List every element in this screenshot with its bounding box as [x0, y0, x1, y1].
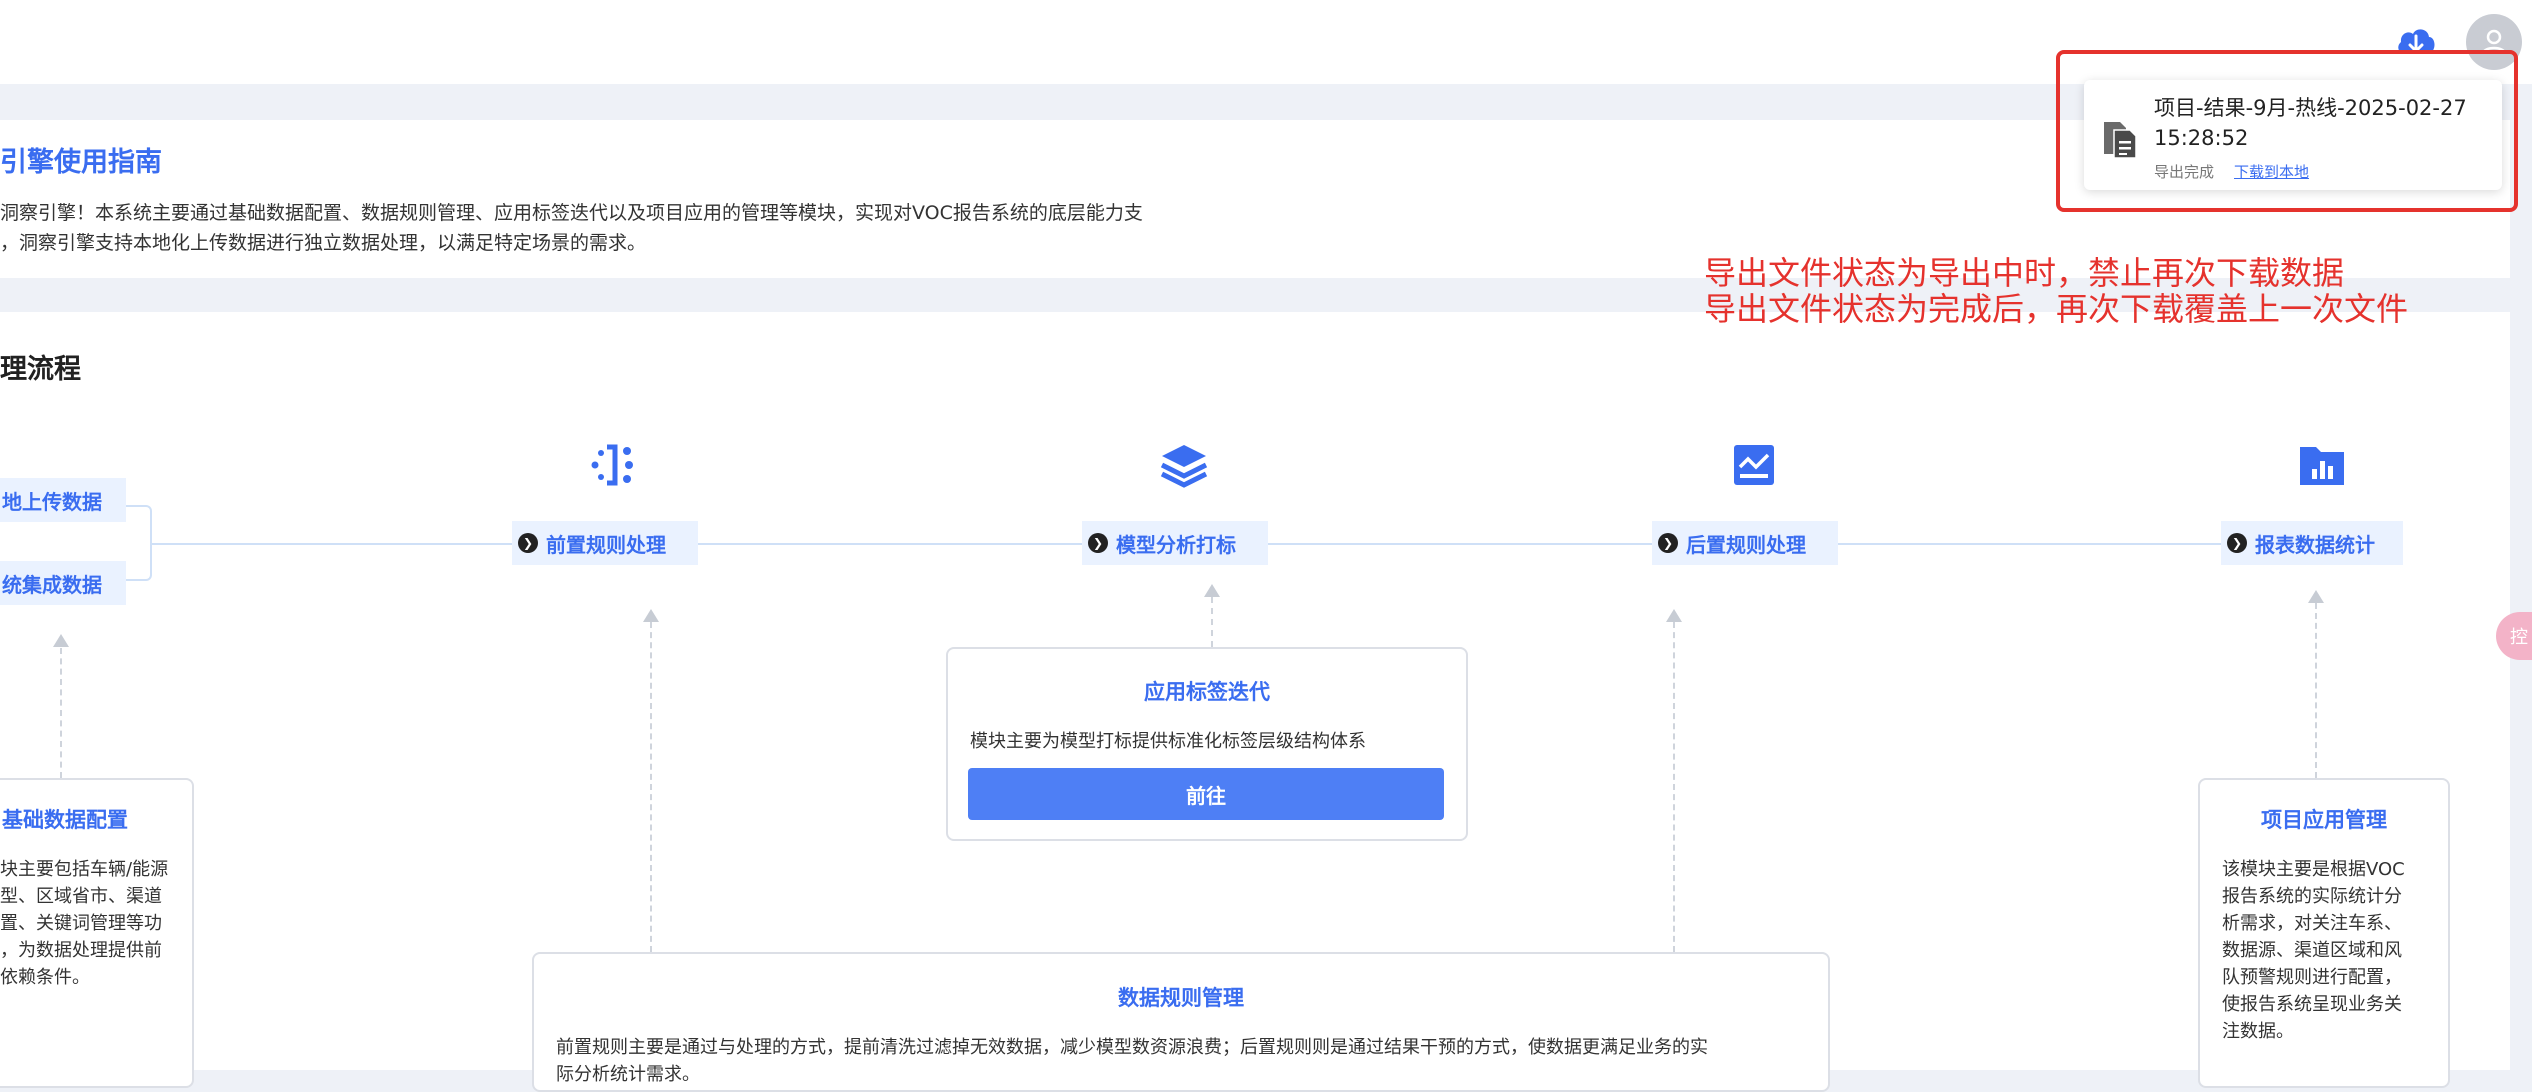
flow-connector-line [152, 543, 2402, 545]
base-config-text: 块主要包括车辆/能源 型、区域省市、渠道 置、关键词管理等功 ，为数据处理提供前… [0, 856, 180, 991]
project-mgmt-text: 该模块主要是根据VOC 报告系统的实际统计分 析需求，对关注车系、 数据源、渠道… [2222, 856, 2432, 1045]
text-line: 依赖条件。 [0, 967, 90, 988]
annotation-line2: 导出文件状态为完成后，再次下载覆盖上一次文件 [1704, 290, 2409, 328]
step-model-tagging[interactable]: ❯ 模型分析打标 [1082, 521, 1268, 565]
chevron-right-icon: ❯ [2227, 533, 2247, 553]
data-rules-text-line2: 际分析统计需求。 [556, 1064, 700, 1085]
text-line: ，为数据处理提供前 [0, 940, 162, 961]
project-mgmt-title: 项目应用管理 [2261, 808, 2387, 832]
arrow-up-icon [643, 609, 659, 622]
text-line: 数据源、渠道区域和风 [2222, 940, 2402, 961]
text-line: 析需求，对关注车系、 [2222, 913, 2402, 934]
annotation-highlight-box [2056, 50, 2518, 212]
source-label: 统集成数据 [2, 572, 102, 597]
connector-dash [2315, 603, 2317, 778]
text-line: 型、区域省市、渠道 [0, 886, 162, 907]
source-system-integration[interactable]: 统集成数据 [0, 561, 126, 605]
step-label: 模型分析打标 [1116, 532, 1236, 557]
step-pre-rule[interactable]: ❯ 前置规则处理 [512, 521, 698, 565]
text-line: 该模块主要是根据VOC [2222, 859, 2405, 880]
step-label: 后置规则处理 [1686, 532, 1806, 557]
chevron-right-icon: ❯ [1088, 533, 1108, 553]
rule-split-icon [585, 437, 641, 493]
chevron-right-icon: ❯ [1658, 533, 1678, 553]
arrow-up-icon [2308, 590, 2324, 603]
text-line: 块主要包括车辆/能源 [0, 859, 169, 880]
bar-folder-icon [2294, 437, 2350, 493]
data-rules-card [532, 952, 1830, 1092]
flow-title: 理流程 [0, 354, 81, 385]
guide-description-line2: ，洞察引擎支持本地化上传数据进行独立数据处理，以满足特定场景的需求。 [0, 232, 647, 254]
text-line: 报告系统的实际统计分 [2222, 886, 2402, 907]
data-rules-text-line1: 前置规则主要是通过与处理的方式，提前清洗过滤掉无效数据，减少模型数资源浪费；后置… [556, 1037, 1708, 1058]
arrow-up-icon [53, 634, 69, 647]
data-rules-title: 数据规则管理 [1118, 986, 1244, 1010]
guide-title: 引擎使用指南 [0, 147, 162, 178]
layers-icon [1156, 437, 1212, 493]
step-post-rule[interactable]: ❯ 后置规则处理 [1652, 521, 1838, 565]
text-line: 队预警规则进行配置， [2222, 967, 2402, 988]
label-iteration-title: 应用标签迭代 [1144, 680, 1270, 704]
goto-button[interactable]: 前往 [968, 768, 1444, 820]
guide-description-line1: 洞察引擎！本系统主要通过基础数据配置、数据规则管理、应用标签迭代以及项目应用的管… [0, 202, 1143, 224]
step-label: 前置规则处理 [546, 532, 666, 557]
step-label: 报表数据统计 [2255, 532, 2375, 557]
text-line: 注数据。 [2222, 1021, 2294, 1042]
text-line: 置、关键词管理等功 [0, 913, 162, 934]
text-line: 使报告系统呈现业务关 [2222, 994, 2402, 1015]
connector-dash [650, 622, 652, 952]
base-config-title: 基础数据配置 [2, 808, 128, 832]
step-report-stats[interactable]: ❯ 报表数据统计 [2221, 521, 2403, 565]
connector-dash [1673, 622, 1675, 952]
side-float-label: 控 [2510, 627, 2528, 648]
source-local-upload[interactable]: 地上传数据 [0, 478, 126, 522]
connector-dash [60, 648, 62, 778]
arrow-up-icon [1204, 584, 1220, 597]
source-label: 地上传数据 [2, 489, 102, 514]
trend-chart-icon [1726, 437, 1782, 493]
source-bracket [124, 505, 152, 581]
label-iteration-text: 模块主要为模型打标提供标准化标签层级结构体系 [970, 731, 1366, 752]
chevron-right-icon: ❯ [518, 533, 538, 553]
arrow-up-icon [1666, 609, 1682, 622]
connector-dash [1211, 597, 1213, 647]
